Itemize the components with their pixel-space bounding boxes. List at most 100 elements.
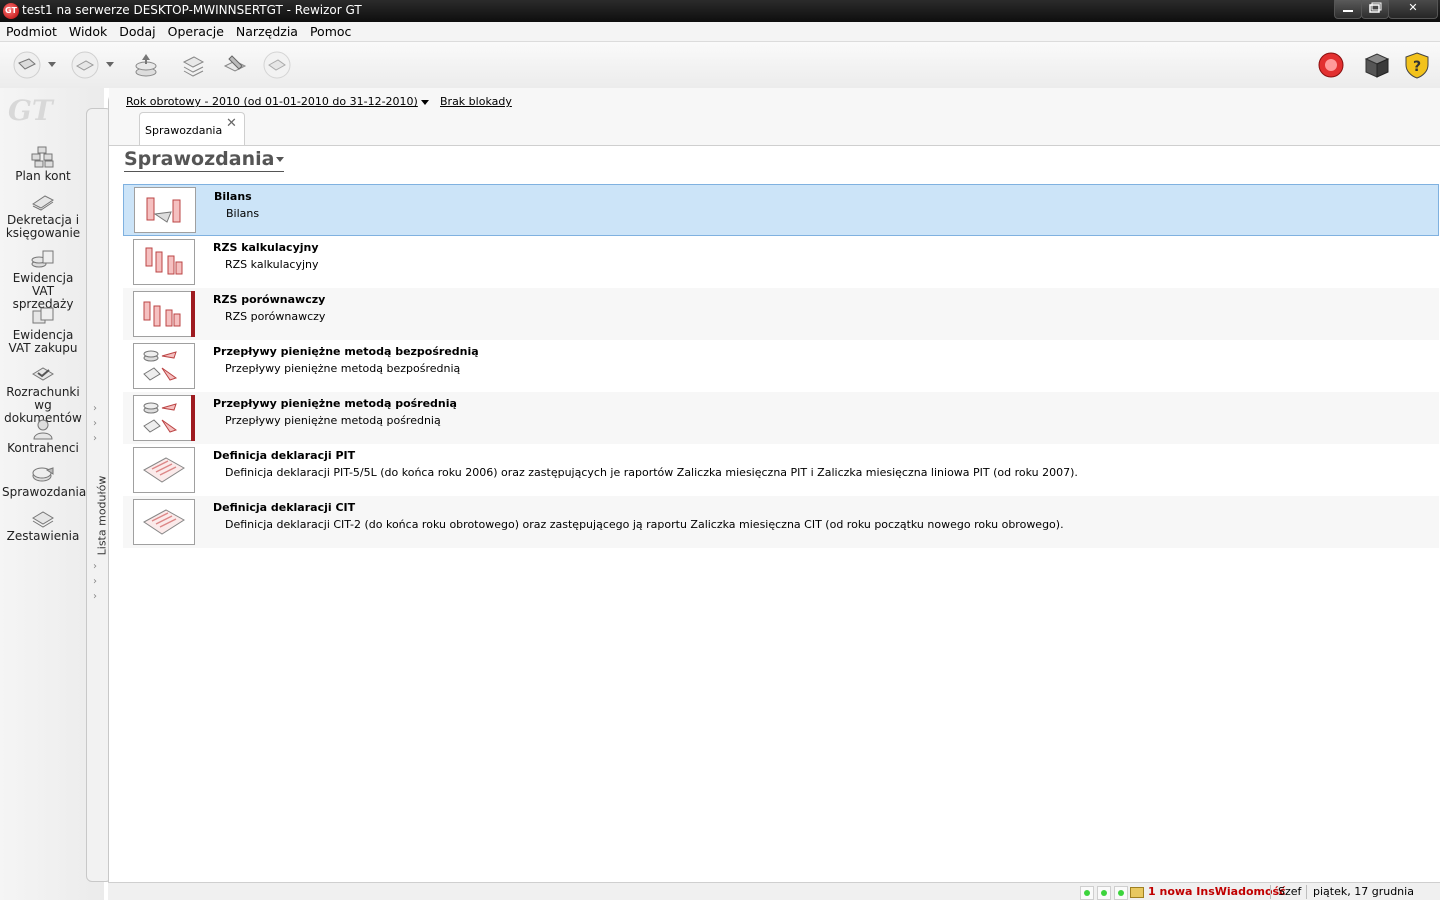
report-title: Definicja deklaracji PIT bbox=[213, 449, 356, 462]
tab-strip: Sprawozdania ✕ bbox=[109, 110, 1440, 146]
report-description: RZS porównawczy bbox=[225, 310, 326, 323]
pl-calc-chart-icon bbox=[133, 239, 195, 285]
balance-chart-icon bbox=[134, 187, 196, 233]
status-bar: 1 nowa InsWiadomość Szef piątek, 17 grud… bbox=[108, 882, 1440, 900]
sidebar-item-plan-kont[interactable]: Plan kont bbox=[2, 146, 84, 183]
report-title: Definicja deklaracji CIT bbox=[213, 501, 356, 514]
box-icon[interactable] bbox=[1362, 50, 1392, 80]
stack-icon[interactable] bbox=[178, 50, 208, 80]
module-sidebar: GT Plan kont Dekretacja i księgowanie Ew… bbox=[0, 88, 112, 900]
tab-sprawozdania[interactable]: Sprawozdania ✕ bbox=[139, 112, 245, 145]
list-item[interactable]: Przepływy pieniężne metodą pośrednią Prz… bbox=[123, 392, 1439, 444]
chevron-right-icon: › bbox=[93, 591, 97, 602]
chevron-down-icon bbox=[276, 157, 285, 162]
chevron-right-icon: › bbox=[93, 418, 97, 429]
vat-sales-icon bbox=[31, 250, 54, 268]
sidebar-item-vat-sprzedazy[interactable]: Ewidencja VAT sprzedaży bbox=[2, 248, 84, 311]
status-separator bbox=[1306, 885, 1307, 899]
list-item[interactable]: RZS porównawczy RZS porównawczy bbox=[123, 288, 1439, 340]
status-user: Szef bbox=[1278, 885, 1302, 898]
menu-narzedzia[interactable]: Narzędzia bbox=[230, 22, 304, 41]
maximize-button[interactable] bbox=[1361, 0, 1389, 19]
alert-icon[interactable] bbox=[1316, 50, 1346, 80]
chevron-down-icon bbox=[420, 99, 429, 105]
sidebar-item-zestawienia[interactable]: Zestawienia bbox=[2, 506, 84, 543]
marker-bar bbox=[191, 291, 195, 337]
sidebar-item-label: Sprawozdania bbox=[2, 485, 87, 499]
menu-bar: Podmiot Widok Dodaj Operacje Narzędzia Pomoc bbox=[0, 22, 1440, 42]
close-tab-icon[interactable]: ✕ bbox=[226, 116, 237, 131]
menu-dodaj[interactable]: Dodaj bbox=[113, 22, 161, 41]
status-date: piątek, 17 grudnia 2010 bbox=[1313, 885, 1414, 900]
open-subject-icon[interactable] bbox=[12, 50, 42, 80]
chevron-right-icon: › bbox=[93, 403, 97, 414]
menu-pomoc[interactable]: Pomoc bbox=[304, 22, 357, 41]
lock-status-link[interactable]: Brak blokady bbox=[440, 95, 512, 108]
save-dropdown-caret[interactable] bbox=[106, 62, 114, 67]
envelope-icon bbox=[1130, 887, 1144, 898]
menu-operacje[interactable]: Operacje bbox=[162, 22, 230, 41]
chevron-right-icon: › bbox=[93, 576, 97, 587]
tab-label: Sprawozdania bbox=[145, 124, 223, 137]
chevron-right-icon: › bbox=[93, 561, 97, 572]
menu-podmiot[interactable]: Podmiot bbox=[0, 22, 63, 41]
module-list-label: Lista modułów bbox=[95, 475, 109, 556]
help-glyph: ? bbox=[1413, 59, 1421, 75]
report-title: Przepływy pieniężne metodą bezpośrednią bbox=[213, 345, 479, 358]
report-title: RZS porównawczy bbox=[213, 293, 326, 306]
report-title: Przepływy pieniężne metodą pośrednią bbox=[213, 397, 457, 410]
report-description: RZS kalkulacyjny bbox=[225, 258, 319, 271]
save-icon[interactable] bbox=[70, 50, 100, 80]
document-icon[interactable] bbox=[262, 50, 292, 80]
sidebar-item-label: Kontrahenci bbox=[7, 441, 79, 455]
status-led-icon bbox=[1097, 886, 1111, 900]
report-description: Definicja deklaracji PIT-5/5L (do końca … bbox=[225, 466, 1078, 479]
list-item[interactable]: RZS kalkulacyjny RZS kalkulacyjny bbox=[123, 236, 1439, 288]
fiscal-year-selector[interactable]: Rok obrotowy - 2010 (od 01-01-2010 do 31… bbox=[126, 95, 429, 108]
edit-icon[interactable] bbox=[220, 50, 250, 80]
menu-widok[interactable]: Widok bbox=[63, 22, 113, 41]
sidebar-item-sprawozdania[interactable]: Sprawozdania bbox=[2, 462, 87, 499]
summaries-icon bbox=[32, 511, 54, 528]
sidebar-item-label: Dekretacja i księgowanie bbox=[5, 213, 81, 240]
new-message-link[interactable]: 1 nowa InsWiadomość bbox=[1148, 885, 1286, 898]
cashflow-direct-icon bbox=[133, 343, 195, 389]
sidebar-item-label: Plan kont bbox=[15, 169, 71, 183]
main-area: Rok obrotowy - 2010 (od 01-01-2010 do 31… bbox=[108, 88, 1440, 882]
list-item[interactable]: Definicja deklaracji PIT Definicja dekla… bbox=[123, 444, 1439, 496]
cit-form-icon bbox=[133, 499, 195, 545]
close-icon: ✕ bbox=[1408, 1, 1418, 14]
pit-form-icon bbox=[133, 447, 195, 493]
close-button[interactable]: ✕ bbox=[1388, 0, 1438, 19]
window-title: test1 na serwerze DESKTOP-MWINNSERTGT - … bbox=[22, 3, 362, 17]
settlements-icon bbox=[32, 367, 54, 381]
chevron-right-icon: › bbox=[93, 433, 97, 444]
accounts-plan-icon bbox=[31, 146, 54, 168]
app-logo-icon: GT bbox=[3, 3, 19, 19]
sidebar-item-vat-zakupu[interactable]: Ewidencja VAT zakupu bbox=[2, 305, 84, 355]
sidebar-item-dekretacja[interactable]: Dekretacja i księgowanie bbox=[2, 190, 84, 240]
minimize-button[interactable] bbox=[1334, 0, 1362, 19]
posting-icon bbox=[32, 195, 54, 211]
list-item[interactable]: Bilans Bilans bbox=[123, 184, 1439, 236]
status-led-icon bbox=[1080, 886, 1094, 900]
restore-icon bbox=[1369, 2, 1382, 13]
help-icon[interactable]: ? bbox=[1402, 50, 1432, 80]
sidebar-item-kontrahenci[interactable]: Kontrahenci bbox=[2, 418, 84, 455]
report-title: RZS kalkulacyjny bbox=[213, 241, 319, 254]
report-title: Bilans bbox=[214, 190, 252, 203]
report-description: Przepływy pieniężne metodą pośrednią bbox=[225, 414, 441, 427]
report-description: Przepływy pieniężne metodą bezpośrednią bbox=[225, 362, 461, 375]
sidebar-item-rozrachunki[interactable]: Rozrachunki wg dokumentów bbox=[2, 362, 84, 425]
page-title: Sprawozdania bbox=[124, 148, 275, 170]
open-dropdown-caret[interactable] bbox=[48, 62, 56, 67]
fiscal-year-label: Rok obrotowy - 2010 (od 01-01-2010 do 31… bbox=[126, 95, 418, 108]
page-title-dropdown[interactable]: Sprawozdania bbox=[124, 148, 285, 172]
list-item[interactable]: Przepływy pieniężne metodą bezpośrednią … bbox=[123, 340, 1439, 392]
marker-bar bbox=[191, 395, 195, 441]
sidebar-item-label: Ewidencja VAT zakupu bbox=[8, 328, 78, 355]
reports-icon bbox=[32, 467, 54, 482]
upload-icon[interactable] bbox=[131, 50, 161, 80]
info-bar: Rok obrotowy - 2010 (od 01-01-2010 do 31… bbox=[109, 88, 1440, 110]
list-item[interactable]: Definicja deklaracji CIT Definicja dekla… bbox=[123, 496, 1439, 548]
